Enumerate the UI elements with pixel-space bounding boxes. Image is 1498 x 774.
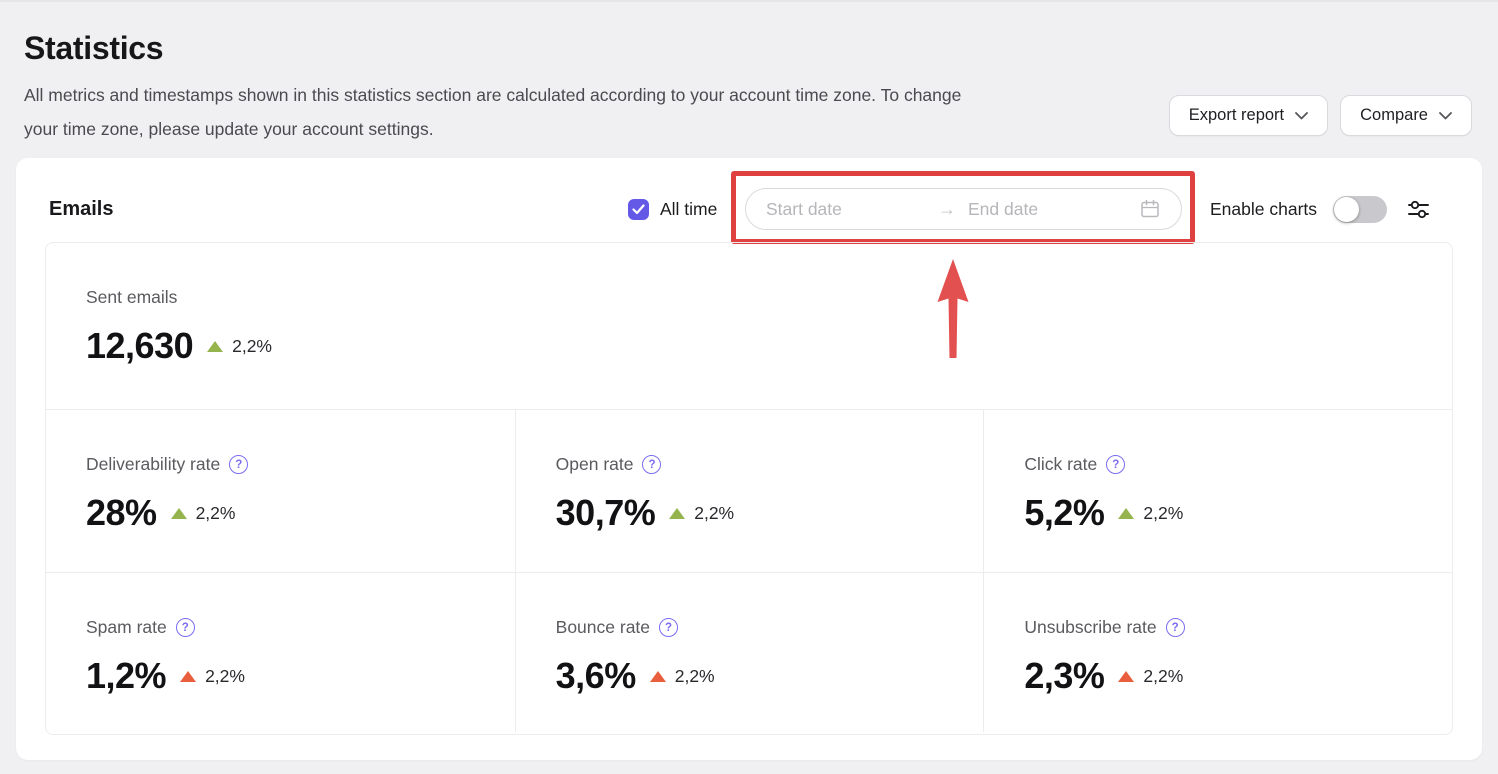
chevron-down-icon [1439, 112, 1452, 120]
all-time-control: All time [628, 188, 717, 230]
page-description-line1: All metrics and timestamps shown in this… [24, 78, 1086, 112]
metric-label: Unsubscribe rate [1024, 617, 1156, 638]
trend-up-icon [669, 508, 685, 519]
export-report-button[interactable]: Export report [1169, 95, 1328, 136]
metric-label: Sent emails [86, 287, 177, 308]
all-time-checkbox[interactable] [628, 199, 649, 220]
metric-value: 28% [86, 492, 157, 534]
section-title: Emails [49, 198, 113, 221]
metric-value: 3,6% [556, 655, 636, 697]
metric-value: 5,2% [1024, 492, 1104, 534]
start-date-placeholder[interactable]: Start date [766, 199, 938, 220]
enable-charts-label: Enable charts [1210, 199, 1317, 220]
metric-label: Open rate [556, 454, 634, 475]
emails-card: Emails All time Start date → End date En… [16, 158, 1482, 760]
compare-button[interactable]: Compare [1340, 95, 1472, 136]
page-title: Statistics [24, 30, 163, 67]
calendar-icon[interactable] [1139, 198, 1161, 220]
metric-delta: 2,2% [205, 666, 245, 687]
metric-delta: 2,2% [232, 336, 272, 357]
all-time-label: All time [660, 199, 717, 220]
toggle-knob [1334, 197, 1359, 222]
metric-delta: 2,2% [675, 666, 715, 687]
compare-label: Compare [1360, 106, 1428, 125]
trend-up-icon [1118, 508, 1134, 519]
metric-card-spam-rate: Spam rate ? 1,2% 2,2% [46, 572, 515, 732]
metric-card-open-rate: Open rate ? 30,7% 2,2% [515, 409, 984, 572]
metric-value: 1,2% [86, 655, 166, 697]
help-icon[interactable]: ? [659, 618, 678, 637]
page-description: All metrics and timestamps shown in this… [24, 78, 1086, 146]
metric-delta: 2,2% [196, 503, 236, 524]
help-icon[interactable]: ? [229, 455, 248, 474]
chevron-down-icon [1295, 112, 1308, 120]
help-icon[interactable]: ? [642, 455, 661, 474]
page-description-line2: your time zone, please update your accou… [24, 112, 1086, 146]
metric-value: 12,630 [86, 325, 193, 367]
metric-delta: 2,2% [1143, 503, 1183, 524]
metric-value: 2,3% [1024, 655, 1104, 697]
export-report-label: Export report [1189, 106, 1284, 125]
enable-charts-control: Enable charts [1210, 188, 1432, 230]
date-range-input[interactable]: Start date → End date [745, 188, 1182, 230]
help-icon[interactable]: ? [176, 618, 195, 637]
help-icon[interactable]: ? [1166, 618, 1185, 637]
trend-up-icon [207, 341, 223, 352]
checkmark-icon [632, 204, 645, 215]
metric-card-deliverability-rate: Deliverability rate ? 28% 2,2% [46, 409, 515, 572]
metric-value: 30,7% [556, 492, 656, 534]
trend-up-icon [180, 671, 196, 682]
header-actions: Export report Compare [1169, 95, 1472, 136]
metrics-grid: Sent emails 12,630 2,2% Deliverability r… [45, 242, 1453, 735]
metric-card-click-rate: Click rate ? 5,2% 2,2% [983, 409, 1452, 572]
range-arrow-icon: → [938, 199, 956, 220]
metric-label: Bounce rate [556, 617, 650, 638]
metric-card-unsubscribe-rate: Unsubscribe rate ? 2,3% 2,2% [983, 572, 1452, 732]
enable-charts-toggle[interactable] [1333, 196, 1387, 223]
filter-sliders-icon[interactable] [1405, 196, 1432, 223]
metric-card-bounce-rate: Bounce rate ? 3,6% 2,2% [515, 572, 984, 732]
trend-up-icon [650, 671, 666, 682]
end-date-placeholder[interactable]: End date [968, 199, 1038, 220]
metric-label: Deliverability rate [86, 454, 220, 475]
metric-label: Click rate [1024, 454, 1097, 475]
metric-card-sent-emails: Sent emails 12,630 2,2% [46, 243, 1452, 409]
metric-delta: 2,2% [1143, 666, 1183, 687]
metric-label: Spam rate [86, 617, 167, 638]
metric-delta: 2,2% [694, 503, 734, 524]
help-icon[interactable]: ? [1106, 455, 1125, 474]
trend-up-icon [171, 508, 187, 519]
trend-up-icon [1118, 671, 1134, 682]
